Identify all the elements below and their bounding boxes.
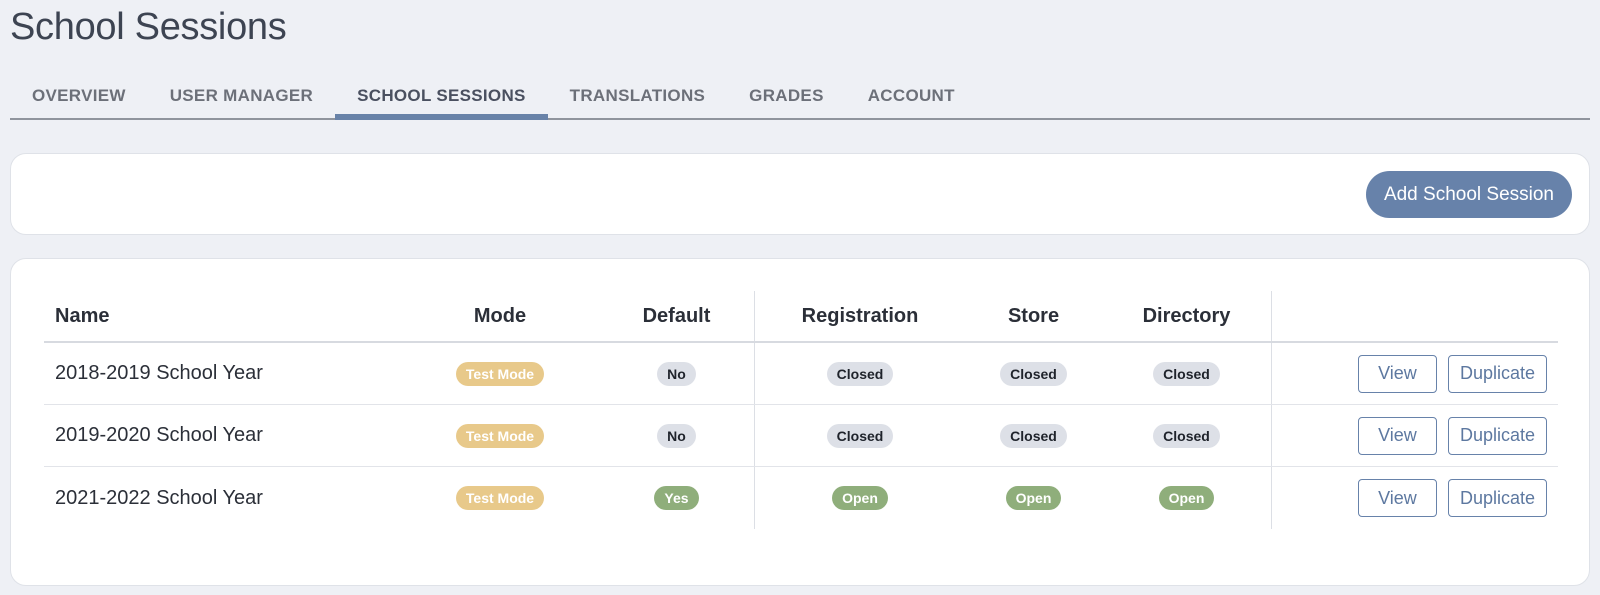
default-badge: Yes [654,486,699,510]
store-cell: Closed [965,405,1102,466]
column-header-mode: Mode [473,304,527,327]
column-header-actions [1272,291,1558,341]
table-row: 2018-2019 School Year Test Mode No Close… [44,343,1558,405]
session-name: 2021-2022 School Year [55,486,263,509]
tab-overview[interactable]: OVERVIEW [10,74,148,118]
view-button[interactable]: View [1357,416,1437,455]
mode-badge: Test Mode [455,423,545,448]
directory-badge: Closed [1153,423,1220,448]
actions-cell: View Duplicate [1272,405,1558,466]
store-cell: Closed [965,343,1102,404]
add-school-session-button[interactable]: Add School Session [1365,171,1572,218]
page-title: School Sessions [10,6,287,48]
table-row: 2021-2022 School Year Test Mode Yes Open… [44,467,1558,529]
actions-cell: View Duplicate [1272,467,1558,529]
default-cell: Yes [599,467,755,529]
mode-badge: Test Mode [455,361,545,386]
registration-badge: Closed [826,423,894,448]
column-header-store: Store [1007,304,1060,327]
column-header-default: Default [599,291,755,341]
mode-cell: Test Mode [401,343,599,404]
actions-cell: View Duplicate [1272,343,1558,404]
store-badge: Open [1005,486,1062,510]
session-name: 2018-2019 School Year [55,362,263,384]
table-row: 2019-2020 School Year Test Mode No Close… [44,405,1558,467]
sessions-table: Name Mode Default Registration Store Dir… [44,291,1558,529]
registration-badge: Open [832,486,888,510]
directory-badge: Closed [1153,361,1220,386]
column-header-registration: Registration [801,304,919,327]
column-header-directory: Directory [1102,291,1272,341]
tab-account[interactable]: ACCOUNT [846,74,977,118]
default-cell: No [599,343,755,404]
duplicate-button[interactable]: Duplicate [1447,479,1547,517]
mode-cell: Test Mode [401,467,599,529]
default-badge: No [657,423,696,448]
mode-cell: Test Mode [401,405,599,466]
toolbar-card: Add School Session [10,153,1590,235]
store-badge: Closed [1000,361,1067,386]
view-button[interactable]: View [1357,479,1437,517]
registration-cell: Closed [755,405,965,466]
store-cell: Open [965,467,1102,529]
table-header-row: Name Mode Default Registration Store Dir… [44,291,1558,343]
tab-grades[interactable]: GRADES [727,74,846,118]
sessions-table-card: Name Mode Default Registration Store Dir… [10,258,1590,586]
directory-cell: Closed [1102,343,1272,404]
column-header-name: Name [55,304,110,327]
tab-translations[interactable]: TRANSLATIONS [548,74,728,118]
default-badge: No [657,361,696,386]
directory-cell: Open [1102,467,1272,529]
default-cell: No [599,405,755,466]
session-name: 2019-2020 School Year [55,424,263,446]
mode-badge: Test Mode [455,486,545,510]
duplicate-button[interactable]: Duplicate [1447,416,1547,455]
tab-user-manager[interactable]: USER MANAGER [148,74,335,118]
store-badge: Closed [1000,423,1067,448]
tab-bar: OVERVIEW USER MANAGER SCHOOL SESSIONS TR… [10,76,1590,120]
directory-badge: Open [1158,486,1215,510]
registration-badge: Closed [826,361,894,386]
view-button[interactable]: View [1357,354,1437,393]
tab-school-sessions[interactable]: SCHOOL SESSIONS [335,74,548,120]
registration-cell: Closed [755,343,965,404]
duplicate-button[interactable]: Duplicate [1447,354,1547,393]
directory-cell: Closed [1102,405,1272,466]
registration-cell: Open [755,467,965,529]
